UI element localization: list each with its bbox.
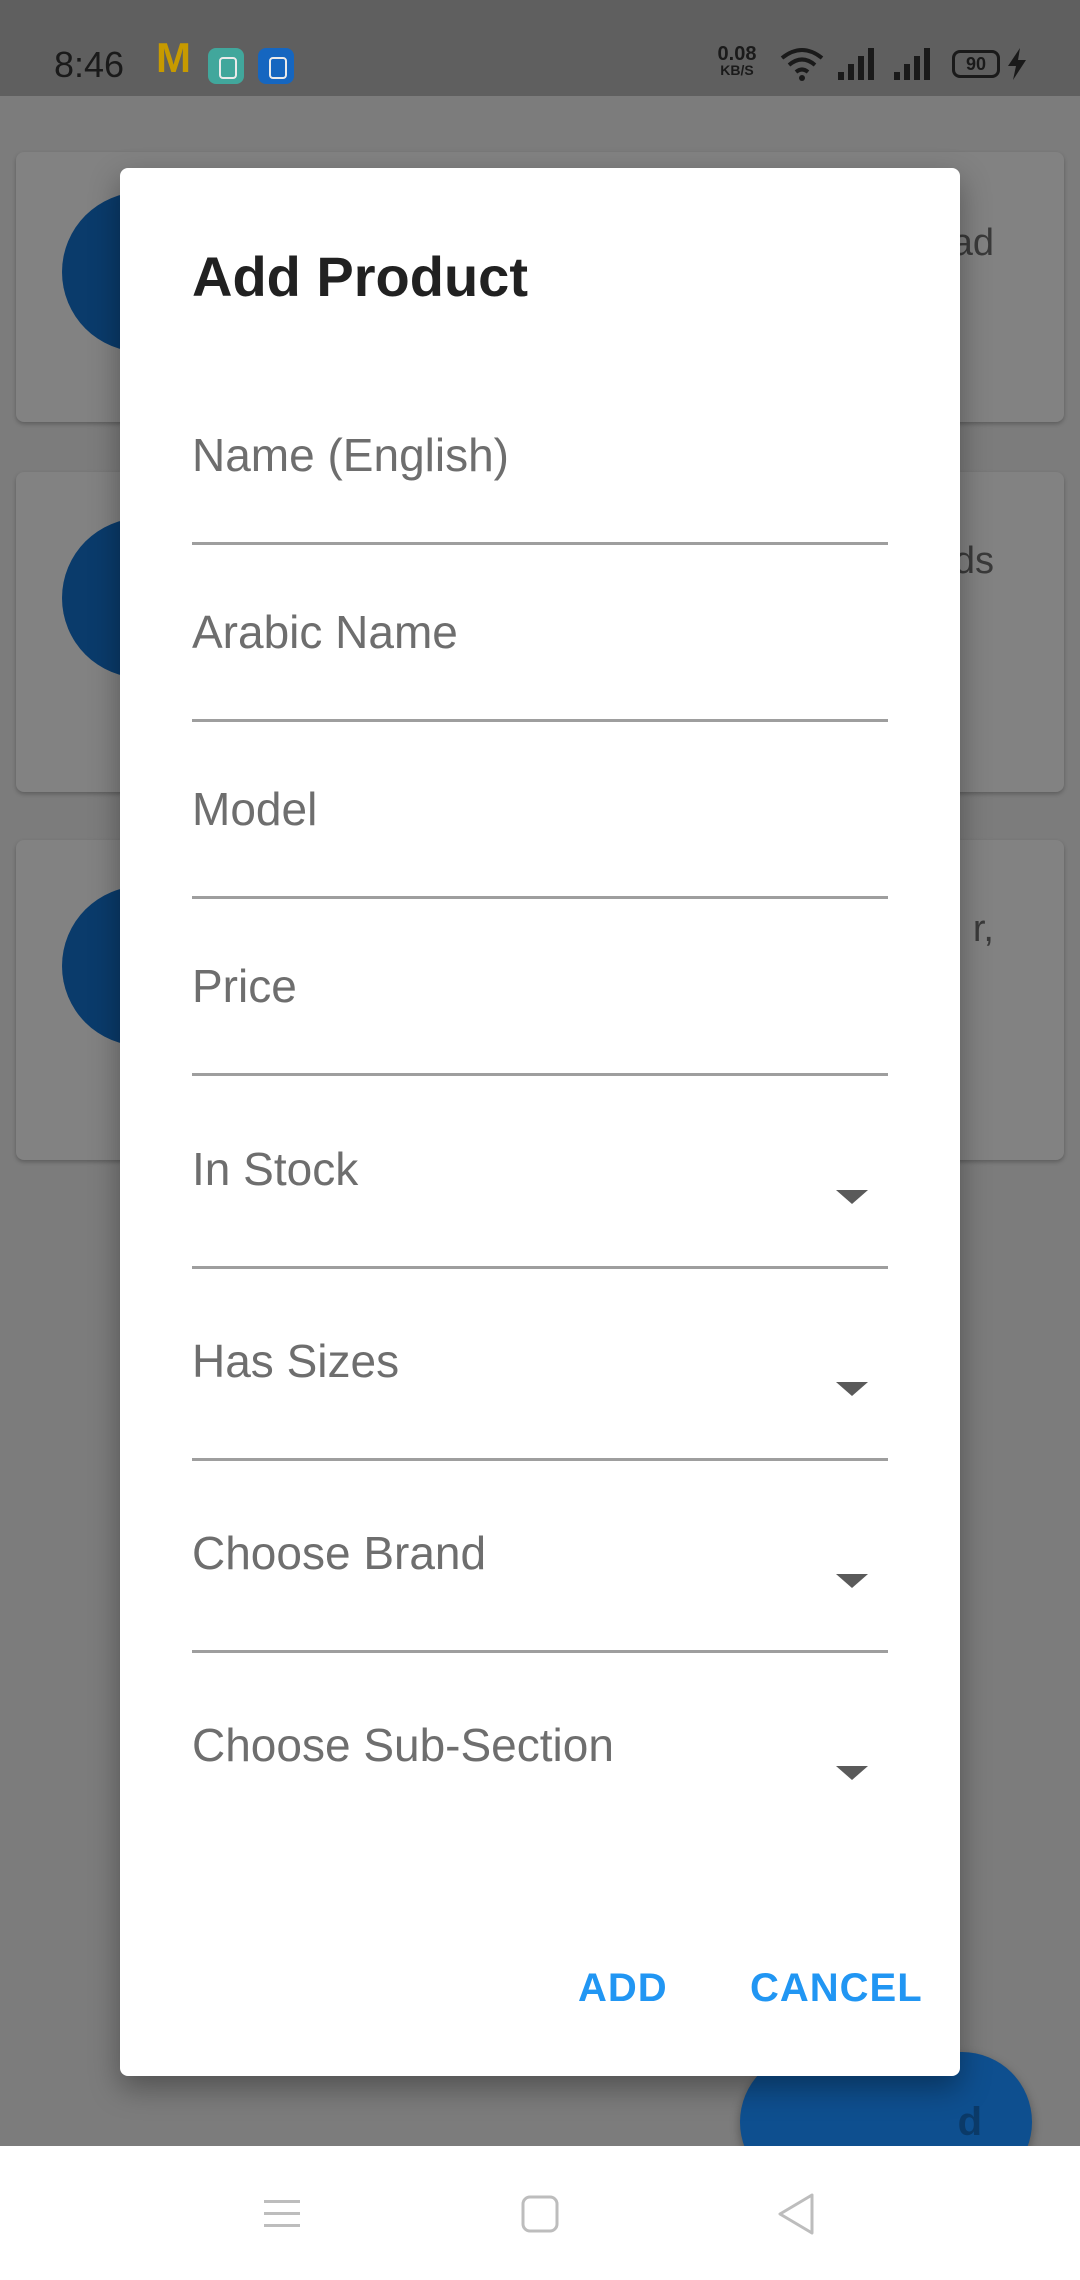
network-speed-value: 0.08 [717, 43, 757, 65]
status-time: 8:46 [54, 44, 125, 85]
dialog-actions: ADD CANCEL [120, 1948, 960, 2048]
dialog-title: Add Product [192, 245, 528, 308]
field-underline [192, 542, 888, 545]
field-underline [192, 1650, 888, 1653]
field-label: Price [192, 960, 297, 1012]
field-label: Choose Brand [192, 1527, 487, 1579]
field-underline [192, 1458, 888, 1461]
field-underline [192, 719, 888, 722]
model-field[interactable]: Model [192, 772, 888, 902]
home-icon[interactable] [500, 2176, 580, 2252]
network-speed: 0.08 KB/S [712, 43, 762, 78]
in-stock-dropdown[interactable]: In Stock [192, 1132, 888, 1272]
field-label: Has Sizes [192, 1335, 400, 1387]
back-icon[interactable] [756, 2176, 836, 2252]
wifi-icon [780, 48, 824, 81]
field-underline [192, 896, 888, 899]
field-label: Model [192, 783, 318, 835]
arabic-name-field[interactable]: Arabic Name [192, 595, 888, 725]
add-product-dialog: Add Product Name (English) Arabic Name M… [120, 168, 960, 2076]
list-item-text: r, [972, 908, 994, 950]
field-label: In Stock [192, 1143, 359, 1195]
name-english-field[interactable]: Name (English) [192, 418, 888, 548]
price-field[interactable]: Price [192, 949, 888, 1079]
choose-sub-section-dropdown[interactable]: Choose Sub-Section [192, 1708, 888, 1818]
field-underline [192, 1073, 888, 1076]
field-label: Arabic Name [192, 606, 458, 658]
charging-icon [1008, 48, 1026, 80]
battery-icon: 90 [952, 50, 1000, 78]
dropdown-arrow-icon [836, 1766, 868, 1780]
add-button[interactable]: ADD [578, 1948, 668, 2028]
dropdown-arrow-icon [836, 1574, 868, 1588]
has-sizes-dropdown[interactable]: Has Sizes [192, 1324, 888, 1464]
field-label: Name (English) [192, 429, 509, 481]
app-icon [208, 48, 244, 84]
dropdown-arrow-icon [836, 1190, 868, 1204]
cancel-button[interactable]: CANCEL [750, 1948, 923, 2028]
usb-icon [258, 48, 294, 84]
signal-icon [838, 48, 874, 80]
signal-icon [894, 48, 930, 80]
mcdonalds-icon: M [156, 34, 191, 81]
choose-brand-dropdown[interactable]: Choose Brand [192, 1516, 888, 1656]
dropdown-arrow-icon [836, 1382, 868, 1396]
menu-icon[interactable] [242, 2176, 322, 2252]
field-label: Choose Sub-Section [192, 1719, 614, 1771]
status-bar: 8:46 M 0.08 KB/S 90 [0, 0, 1080, 96]
field-underline [192, 1266, 888, 1269]
navigation-bar [0, 2146, 1080, 2280]
fab-label: d [957, 2100, 982, 2144]
